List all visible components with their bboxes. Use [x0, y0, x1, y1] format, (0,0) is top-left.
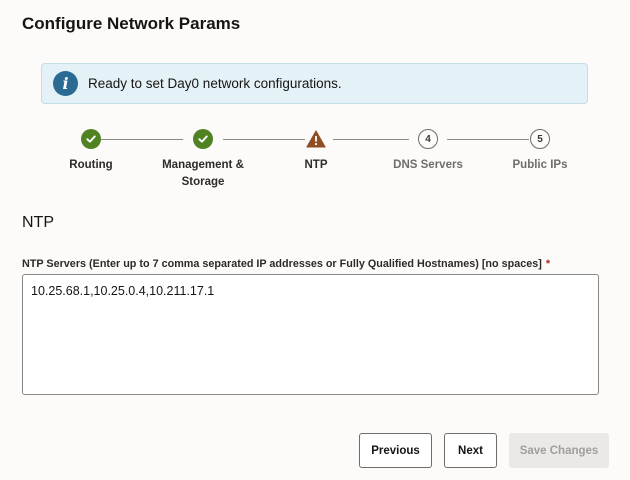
- step-label: DNS Servers: [393, 159, 463, 171]
- ntp-servers-textarea[interactable]: 10.25.68.1,10.25.0.4,10.211.17.1: [22, 274, 599, 395]
- step-management-storage[interactable]: Management & Storage: [148, 128, 258, 191]
- info-banner: i Ready to set Day0 network configuratio…: [41, 63, 588, 104]
- configure-network-dialog: Configure Network Params i Ready to set …: [0, 0, 630, 480]
- step-label: Public IPs: [512, 159, 568, 171]
- info-banner-message: Ready to set Day0 network configurations…: [88, 76, 342, 91]
- step-number-4: 4: [418, 129, 438, 149]
- previous-button[interactable]: Previous: [359, 433, 432, 468]
- page-title: Configure Network Params: [22, 14, 241, 33]
- required-marker: *: [545, 258, 551, 270]
- step-routing[interactable]: Routing: [36, 128, 146, 174]
- step-ntp[interactable]: NTP: [261, 128, 371, 174]
- check-icon: [81, 129, 101, 149]
- step-dns-servers[interactable]: 4 DNS Servers: [373, 128, 483, 174]
- ntp-servers-label: NTP Servers (Enter up to 7 comma separat…: [22, 258, 551, 270]
- step-label: Routing: [69, 159, 113, 171]
- next-button[interactable]: Next: [444, 433, 497, 468]
- step-label: Management & Storage: [162, 159, 244, 188]
- step-public-ips[interactable]: 5 Public IPs: [485, 128, 595, 174]
- check-icon: [193, 129, 213, 149]
- info-icon: i: [53, 71, 78, 96]
- step-label: NTP: [304, 159, 328, 171]
- warning-icon: [306, 129, 326, 149]
- step-train: Routing Management & Storage NTP 4 DNS S…: [0, 128, 630, 192]
- section-title: NTP: [22, 214, 54, 231]
- save-changes-button[interactable]: Save Changes: [509, 433, 609, 468]
- step-number-5: 5: [530, 129, 550, 149]
